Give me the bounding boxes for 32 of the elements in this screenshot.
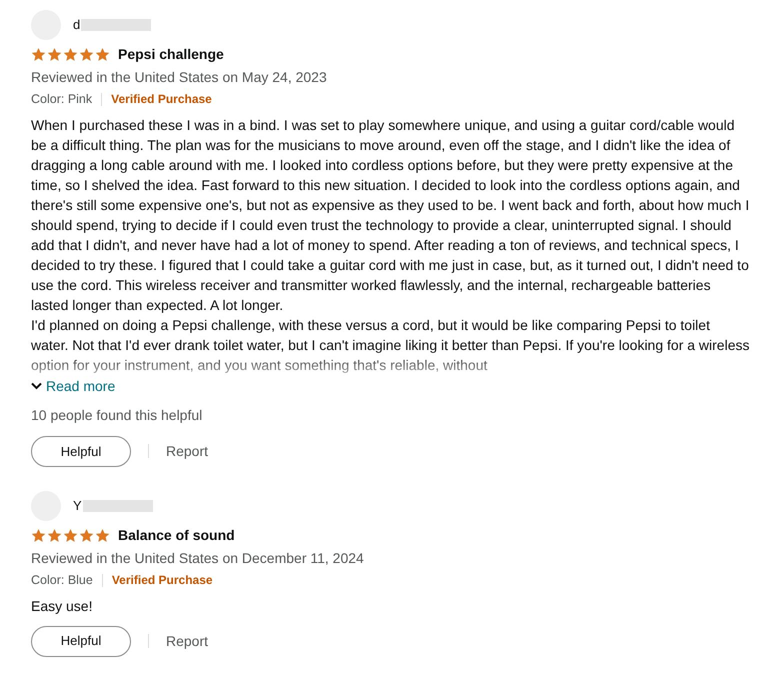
star-icon	[31, 47, 46, 62]
review-title[interactable]: Balance of sound	[118, 524, 235, 546]
blur-patch	[81, 19, 152, 31]
helpful-count: 10 people found this helpful	[31, 406, 204, 425]
variant-label: Color: Pink	[31, 91, 92, 108]
review-title[interactable]: Pepsi challenge	[118, 44, 224, 65]
review-date: Reviewed in the United States on December 11, 2024	[31, 548, 365, 568]
helpful-button[interactable]: Helpful	[31, 436, 131, 467]
star-icon	[63, 47, 78, 62]
read-more-link[interactable]: Read more	[31, 376, 116, 397]
report-link[interactable]: Report	[166, 630, 208, 652]
star-icon	[79, 528, 94, 543]
report-link[interactable]: Report	[166, 440, 208, 462]
reviewer-name[interactable]: d	[73, 15, 80, 35]
star-icon	[31, 528, 46, 543]
review-text: When I purchased these I was in a bind. I was set to play somewhere unique, and using a guitar cord/cable would be a difficult thing. The plan was for the musicians to move around, even off the stage, and I didn't like the idea of dragging a long cable around with me. I looked into cordless options before, but they were pretty expensive at the time, so I shelved the idea. Fast forward to this new situation. I decided to look into the cordless options again, and there's still some expensive one's, but not as expensive as they used to be. I went back and forth, about how much I should spend, trying to decide if I could even trust the technology to provide a clear, uninterrupted signal. I should add that I didn't, and never have had a lot of money to spend. After reading a ton of reviews, and technical specs, I decided to try these. I figured that I could take a guitar cord with me just in case, but, as it turned out, I didn't need to use the cord. This wireless receiver and transmitter worked flawlessly, and the internal, rechargeable batteries lasted longer than expected. A lot longer.	[31, 116, 750, 315]
star-icon	[63, 528, 78, 543]
chevron-down-icon	[31, 382, 42, 390]
star-icon	[47, 528, 62, 543]
review-date: Reviewed in the United States on May 24, 2023	[31, 68, 328, 87]
helpful-button[interactable]: Helpful	[31, 626, 131, 656]
blur-patch	[82, 500, 153, 512]
star-icon	[47, 47, 62, 62]
review-text: Easy use!	[31, 596, 94, 616]
star-icon	[79, 47, 94, 62]
verified-purchase-label[interactable]: Verified Purchase	[112, 571, 213, 590]
star-icon	[95, 47, 110, 62]
variant-label: Color: Blue	[31, 572, 93, 589]
verified-purchase-label[interactable]: Verified Purchase	[111, 90, 212, 108]
star-icon	[95, 528, 110, 543]
review-text: I'd planned on doing a Pepsi challenge, with these versus a cord, but it would be like comparing Pepsi to toilet water. Not that I'd ever drank toilet water, but I can't imagine liking it better than Pepsi. If you're looking for a wireless option for your instrument, and you want something that's reliable, without	[31, 316, 750, 375]
reviewer-name[interactable]: Y	[73, 496, 82, 516]
